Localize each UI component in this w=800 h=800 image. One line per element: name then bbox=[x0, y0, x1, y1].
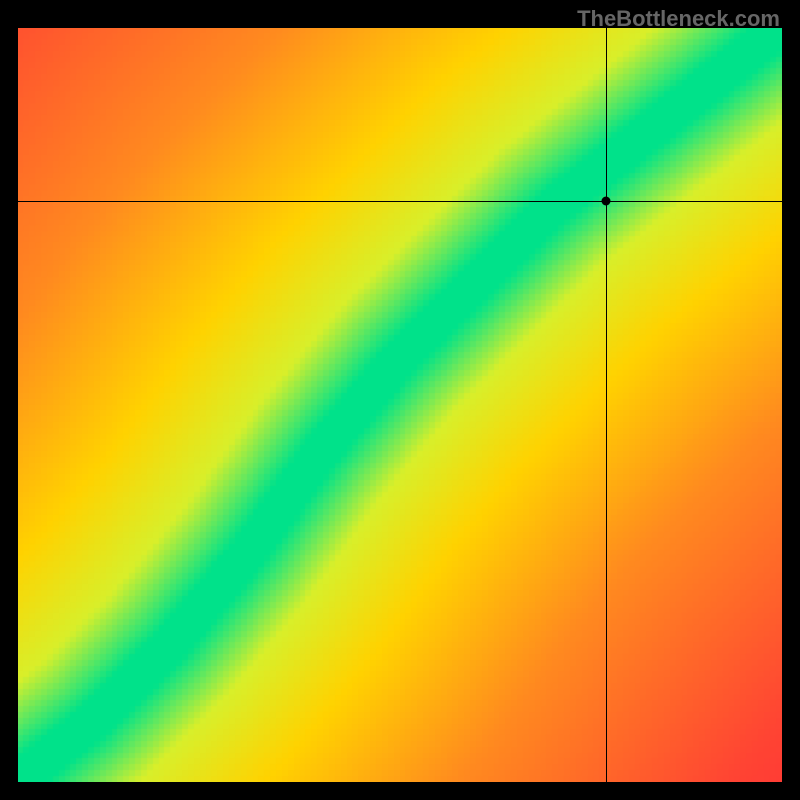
heatmap-plot bbox=[18, 28, 782, 782]
crosshair-horizontal bbox=[18, 201, 782, 202]
intersection-marker bbox=[602, 197, 611, 206]
crosshair-vertical bbox=[606, 28, 607, 782]
watermark-text: TheBottleneck.com bbox=[577, 6, 780, 32]
heatmap-canvas bbox=[18, 28, 782, 782]
chart-container: TheBottleneck.com bbox=[0, 0, 800, 800]
